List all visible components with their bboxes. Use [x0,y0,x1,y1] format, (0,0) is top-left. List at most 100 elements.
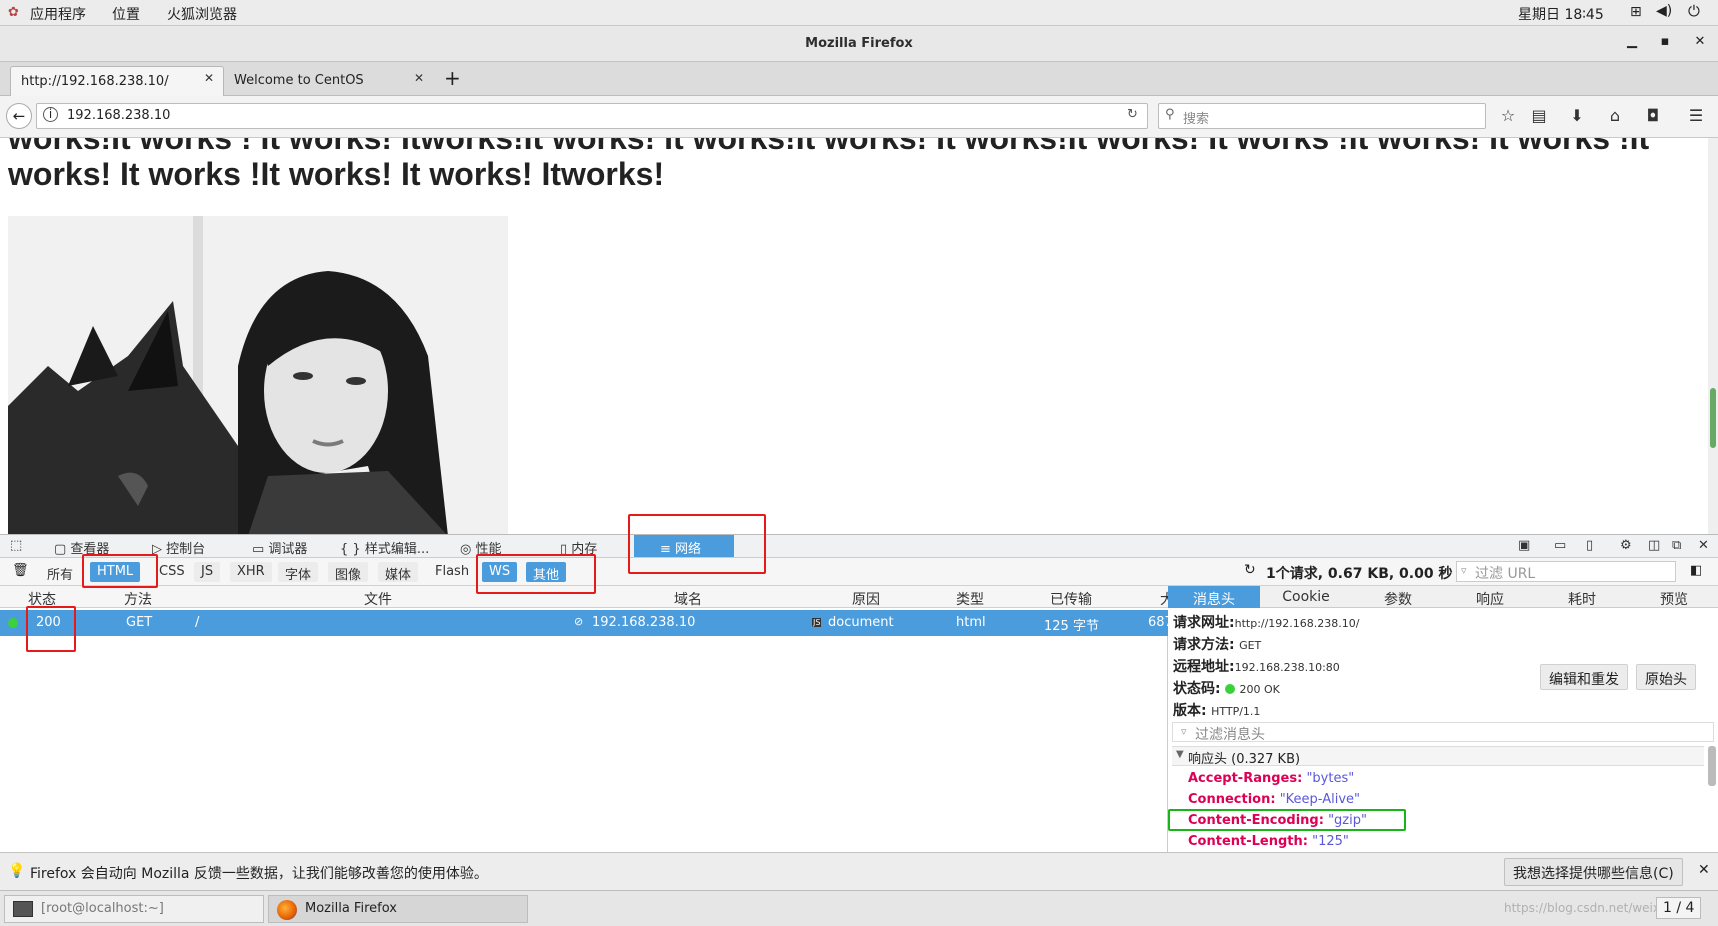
pocket-icon[interactable]: ◘ [1642,106,1664,128]
response-headers-label: 响应头 (0.327 KB) [1188,752,1301,767]
layout-icon[interactable]: ▣ [1518,538,1530,553]
scrollbar-thumb[interactable] [1710,388,1716,448]
dock-side-icon[interactable]: ◫ [1648,538,1660,553]
maximize-button[interactable]: ▪ [1655,34,1675,54]
close-tab-icon[interactable]: ✕ [204,71,214,85]
tab-cookie[interactable]: Cookie [1260,589,1352,605]
col-domain[interactable]: 域名 [674,589,702,609]
filter-icon: ▿ [1461,564,1467,577]
tab-centos[interactable]: Welcome to CentOS [224,66,434,96]
close-window-button[interactable]: ✕ [1690,34,1710,54]
apps-menu[interactable]: 应用程序 [30,4,86,24]
tab-bar: http://192.168.238.10/ ✕ Welcome to Cent… [0,62,1718,96]
close-devtools-icon[interactable]: ✕ [1698,538,1709,553]
clock[interactable]: 星期日 18∶45 [1518,4,1604,24]
places-menu[interactable]: 位置 [112,4,140,24]
tab-debugger[interactable]: ▭ 调试器 [252,538,307,557]
detail-url-value: http://192.168.238.10/ [1234,617,1360,630]
terminal-icon [13,901,33,917]
split-console-icon[interactable]: ▭ [1554,538,1566,553]
download-icon[interactable]: ⬇ [1566,106,1588,128]
header-row: Content-Length: "125" [1188,834,1349,849]
filter-images[interactable]: 图像 [328,562,369,583]
search-bar[interactable]: ⚲ 搜索 [1158,103,1486,129]
bookmark-star-icon[interactable]: ☆ [1497,106,1519,128]
tab-response[interactable]: 响应 [1444,589,1536,609]
menu-icon[interactable]: ☰ [1685,106,1707,128]
tab-ip[interactable]: http://192.168.238.10/ [10,66,224,96]
detail-remote-value: 192.168.238.10:80 [1234,661,1340,674]
tab-headers[interactable]: 消息头 [1168,586,1260,608]
highlight-content-encoding [1168,809,1406,831]
header-value: "bytes" [1306,771,1355,786]
row-type: html [956,615,986,630]
detail-url-label: 请求网址: [1173,615,1235,631]
filter-all[interactable]: 所有 [40,562,80,583]
close-tab-icon[interactable]: ✕ [414,71,424,85]
filter-js[interactable]: JS [194,562,221,582]
col-file[interactable]: 文件 [364,589,392,609]
collapse-icon[interactable]: ▼ [1176,749,1184,760]
firefox-icon [277,900,297,920]
col-type[interactable]: 类型 [956,589,984,609]
reload-stats-icon[interactable]: ↻ [1244,562,1256,578]
task-terminal[interactable]: [root@localhost:~] [4,895,264,923]
minimize-button[interactable]: ▁ [1622,34,1642,54]
filter-fonts[interactable]: 字体 [278,562,319,583]
row-cause: document [828,615,894,630]
toggle-sidebar-icon[interactable]: ◧ [1690,563,1702,578]
network-icon[interactable]: ⊞ [1630,4,1642,20]
detail-method-value: GET [1239,639,1262,652]
back-button[interactable]: ← [6,103,32,129]
filter-flash[interactable]: Flash [428,562,476,582]
pick-element-icon[interactable]: ⬚ [10,538,22,553]
filter-url-input[interactable]: ▿ 过滤 URL [1456,561,1676,582]
url-text[interactable]: 192.168.238.10 [67,108,170,123]
workspace-pager[interactable]: 1 / 4 [1656,897,1702,919]
volume-icon[interactable]: ◀) [1656,3,1672,19]
header-value: "125" [1312,834,1349,849]
choose-data-button[interactable]: 我想选择提供哪些信息(C) [1504,858,1683,886]
info-icon[interactable]: i [43,107,58,122]
highlight-html-filter [82,554,158,588]
reload-icon[interactable]: ↻ [1127,107,1138,122]
new-tab-icon[interactable]: + [444,66,461,90]
tab-preview[interactable]: 预览 [1628,589,1718,609]
browser-menu[interactable]: 火狐浏览器 [167,4,237,24]
tab-timings[interactable]: 耗时 [1536,589,1628,609]
header-key: Content-Length: [1188,834,1308,849]
photo-drawing [8,216,508,534]
system-top-bar: ✿ 应用程序 位置 火狐浏览器 星期日 18∶45 ⊞ ◀) ⏻ [0,0,1718,26]
close-notification-icon[interactable]: ✕ [1698,862,1710,878]
power-icon[interactable]: ⏻ [1688,2,1700,20]
reading-list-icon[interactable]: ▤ [1528,106,1550,128]
header-value: "Keep-Alive" [1279,792,1361,807]
page-scrollbar[interactable] [1708,138,1718,534]
tab-params[interactable]: 参数 [1352,589,1444,609]
task-firefox[interactable]: Mozilla Firefox [268,895,528,923]
col-method[interactable]: 方法 [124,589,152,609]
response-headers-section[interactable]: ▼ 响应头 (0.327 KB) [1172,746,1704,767]
details-tabs: 消息头 Cookie 参数 响应 耗时 预览 [1168,586,1718,608]
tab-console[interactable]: ▷ 控制台 [152,538,205,557]
filter-xhr[interactable]: XHR [230,562,272,582]
url-bar[interactable]: i 192.168.238.10 ↻ [36,103,1148,129]
raw-headers-button[interactable]: 原始头 [1636,664,1696,690]
header-row: Connection: "Keep-Alive" [1188,792,1360,807]
notification-text: Firefox 会自动向 Mozilla 反馈一些数据，让我们能够改善您的使用体… [30,866,488,882]
window-titlebar: Mozilla Firefox ▁ ▪ ✕ [0,26,1718,62]
col-transferred[interactable]: 已传输 [1050,589,1092,609]
filter-headers-input[interactable]: ▿ 过滤消息头 [1172,722,1714,743]
details-scrollbar[interactable] [1708,746,1716,786]
home-icon[interactable]: ⌂ [1604,106,1626,128]
col-cause[interactable]: 原因 [852,589,880,609]
undock-icon[interactable]: ⧉ [1672,538,1681,553]
edit-resend-button[interactable]: 编辑和重发 [1540,664,1628,690]
responsive-icon[interactable]: ▯ [1586,538,1593,553]
table-row[interactable]: 200 GET / ⊘ 192.168.238.10 JS document h… [0,610,1173,636]
tab-style-editor[interactable]: { } 样式编辑... [340,538,429,557]
settings-icon[interactable]: ⚙ [1620,538,1632,553]
detail-method-label: 请求方法: [1173,637,1235,653]
clear-trash-icon[interactable]: 🗑 [12,563,29,578]
filter-media[interactable]: 媒体 [378,562,419,583]
